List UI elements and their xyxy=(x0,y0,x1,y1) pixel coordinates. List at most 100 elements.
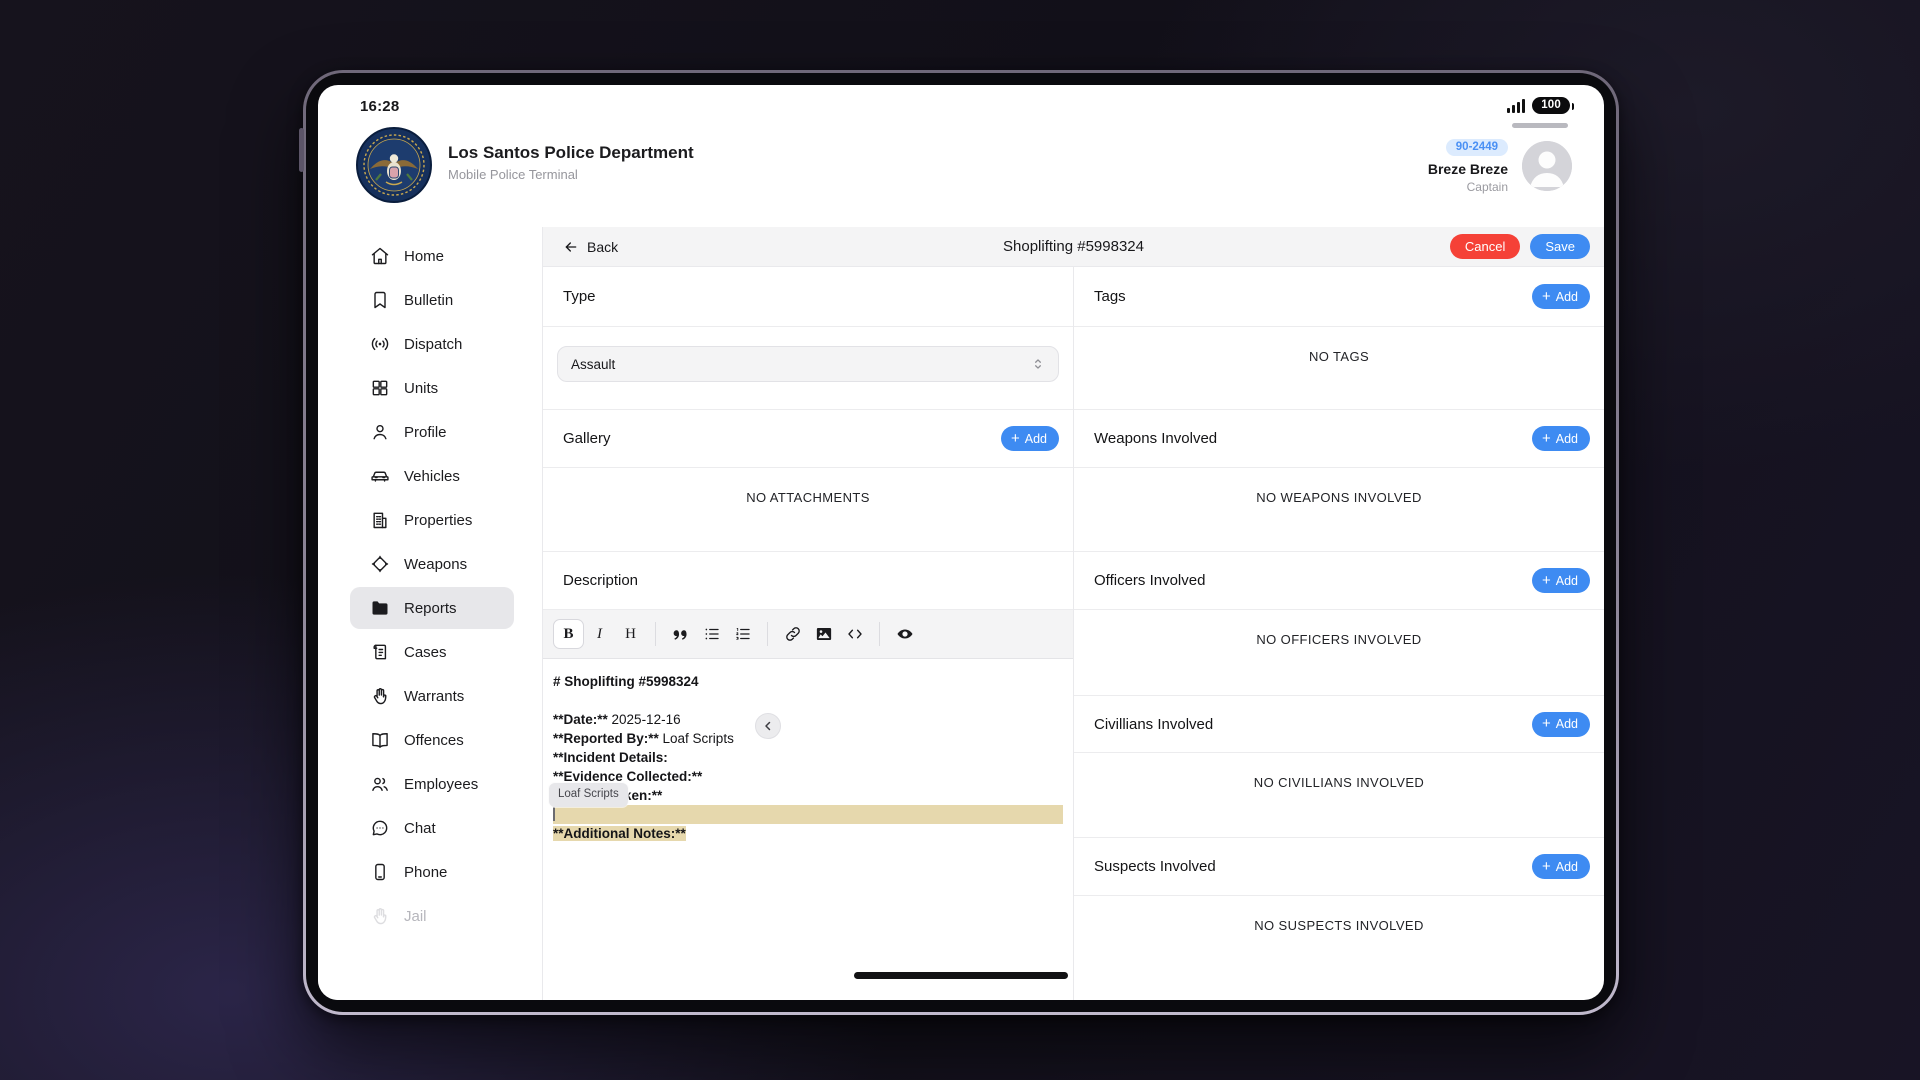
sidebar-item-label: Home xyxy=(404,248,444,265)
markdown-toolbar: BIH xyxy=(543,610,1073,659)
gallery-add-button[interactable]: +Add xyxy=(1001,426,1059,451)
sidebar-item-label: Vehicles xyxy=(404,468,460,485)
save-button[interactable]: Save xyxy=(1530,234,1590,259)
sidebar-item-profile[interactable]: Profile xyxy=(350,411,514,453)
civilians-involved-add-button[interactable]: +Add xyxy=(1532,712,1590,737)
sidebar-item-home[interactable]: Home xyxy=(350,235,514,277)
sidebar-item-weapons[interactable]: Weapons xyxy=(350,543,514,585)
description-editor[interactable]: # Shoplifting #5998324 **Date:** 2025-12-… xyxy=(543,659,1073,1000)
callsign-badge: 90-2449 xyxy=(1446,139,1508,156)
sidebar-item-dispatch[interactable]: Dispatch xyxy=(350,323,514,365)
sidebar-item-properties[interactable]: Properties xyxy=(350,499,514,541)
report-type-value: Assault xyxy=(571,357,615,372)
user-info: 90-2449 Breze Breze Captain xyxy=(1428,137,1508,194)
sidebar-item-units[interactable]: Units xyxy=(350,367,514,409)
toolbar-separator xyxy=(655,622,656,646)
type-section-header: Type xyxy=(543,267,1073,327)
report-title: Shoplifting #5998324 xyxy=(1003,238,1144,255)
tablet-device-frame: 16:28 100 xyxy=(303,70,1619,1015)
toolbar-separator xyxy=(767,622,768,646)
sidebar-item-label: Phone xyxy=(404,864,447,881)
officers-involved-section-header: Officers Involved+Add xyxy=(1074,552,1604,610)
tablet-screen: 16:28 100 xyxy=(318,85,1604,1000)
plus-icon: + xyxy=(1542,573,1551,588)
report-right-column: Tags+AddNO TAGSWeapons Involved+AddNO WE… xyxy=(1074,267,1604,1000)
suspects-involved-section-content: NO SUSPECTS INVOLVED xyxy=(1074,896,1604,1000)
back-arrow-icon xyxy=(563,239,579,255)
heading-button[interactable]: H xyxy=(615,619,646,649)
suspects-involved-empty-text: NO SUSPECTS INVOLVED xyxy=(1254,918,1424,933)
avatar[interactable] xyxy=(1522,141,1572,191)
editor-line: **Reported By:** Loaf Scripts xyxy=(553,729,1063,748)
file-icon xyxy=(370,642,390,662)
ordered-list-button[interactable] xyxy=(727,619,758,649)
sidebar-item-warrants[interactable]: Warrants xyxy=(350,675,514,717)
sidebar-item-bulletin[interactable]: Bulletin xyxy=(350,279,514,321)
editor-line: **Incident Details: xyxy=(553,748,1063,767)
sidebar-item-reports[interactable]: Reports xyxy=(350,587,514,629)
building-icon xyxy=(370,510,390,530)
sidebar-item-label: Properties xyxy=(404,512,472,529)
sidebar-item-label: Cases xyxy=(404,644,447,661)
preview-button[interactable] xyxy=(889,619,920,649)
editor-line: **Date:** 2025-12-16 xyxy=(553,710,1063,729)
phone-icon xyxy=(370,862,390,882)
sidebar-item-chat[interactable]: Chat xyxy=(350,807,514,849)
italic-button[interactable]: I xyxy=(584,619,615,649)
bold-button[interactable]: B xyxy=(553,619,584,649)
department-title: Los Santos Police Department xyxy=(448,143,694,163)
civilians-involved-section-title: Civillians Involved xyxy=(1094,716,1213,733)
quote-button[interactable] xyxy=(665,619,696,649)
app-subtitle: Mobile Police Terminal xyxy=(448,167,694,182)
editor-line: **Action Taken:**Loaf Scripts xyxy=(553,786,1063,805)
sidebar-item-employees[interactable]: Employees xyxy=(350,763,514,805)
suspects-involved-add-button[interactable]: +Add xyxy=(1532,854,1590,879)
image-button[interactable] xyxy=(808,619,839,649)
chevron-up-down-icon xyxy=(1031,357,1045,371)
home-indicator[interactable] xyxy=(854,972,1068,979)
type-section-title: Type xyxy=(563,288,596,305)
sidebar-item-cases[interactable]: Cases xyxy=(350,631,514,673)
gallery-section-header: Gallery +Add xyxy=(543,410,1073,468)
gallery-empty-text: NO ATTACHMENTS xyxy=(746,490,870,505)
tablet-bezel: 16:28 100 xyxy=(306,73,1616,1012)
folder-icon xyxy=(370,598,390,618)
status-icons: 100 xyxy=(1507,97,1570,114)
weapons-involved-add-button[interactable]: +Add xyxy=(1532,426,1590,451)
sidebar-item-vehicles[interactable]: Vehicles xyxy=(350,455,514,497)
link-button[interactable] xyxy=(777,619,808,649)
code-button[interactable] xyxy=(839,619,870,649)
plus-icon: + xyxy=(1542,716,1551,731)
sidebar-item-offences[interactable]: Offences xyxy=(350,719,514,761)
signal-strength-icon xyxy=(1507,99,1525,113)
plus-icon: + xyxy=(1011,431,1020,446)
tags-add-button[interactable]: +Add xyxy=(1532,284,1590,309)
officers-involved-add-button[interactable]: +Add xyxy=(1532,568,1590,593)
report-type-select[interactable]: Assault xyxy=(557,346,1059,382)
editor-line xyxy=(553,805,1063,824)
weapons-involved-empty-text: NO WEAPONS INVOLVED xyxy=(1256,490,1422,505)
civilians-involved-empty-text: NO CIVILLIANS INVOLVED xyxy=(1254,775,1424,790)
tags-section-content: NO TAGS xyxy=(1074,327,1604,410)
sidebar-item-label: Reports xyxy=(404,600,457,617)
status-time: 16:28 xyxy=(360,98,399,115)
report-left-column: Type Assault Gallery +Add xyxy=(543,267,1074,1000)
suspects-involved-section-header: Suspects Involved+Add xyxy=(1074,838,1604,896)
sidebar-collapse-button[interactable] xyxy=(755,713,781,739)
editor-line: # Shoplifting #5998324 xyxy=(553,672,1063,691)
car-icon xyxy=(370,466,390,486)
sidebar-item-phone[interactable]: Phone xyxy=(350,851,514,893)
plus-icon: + xyxy=(1542,289,1551,304)
cancel-button[interactable]: Cancel xyxy=(1450,234,1520,259)
main-content: Back Shoplifting #5998324 Cancel Save Ty… xyxy=(543,227,1604,1000)
tablet-side-button xyxy=(299,128,304,172)
unordered-list-button[interactable] xyxy=(696,619,727,649)
sidebar-nav: Home Bulletin Dispatch UnitsProfile Vehicles… xyxy=(318,227,543,1000)
battery-indicator: 100 xyxy=(1532,97,1570,114)
weapons-involved-section-title: Weapons Involved xyxy=(1094,430,1217,447)
back-button[interactable]: Back xyxy=(563,239,618,255)
sidebar-item-jail: Jail xyxy=(350,895,514,937)
sidebar-item-label: Dispatch xyxy=(404,336,462,353)
hand-icon xyxy=(370,906,390,926)
collaborator-cursor-label: Loaf Scripts xyxy=(549,783,628,807)
